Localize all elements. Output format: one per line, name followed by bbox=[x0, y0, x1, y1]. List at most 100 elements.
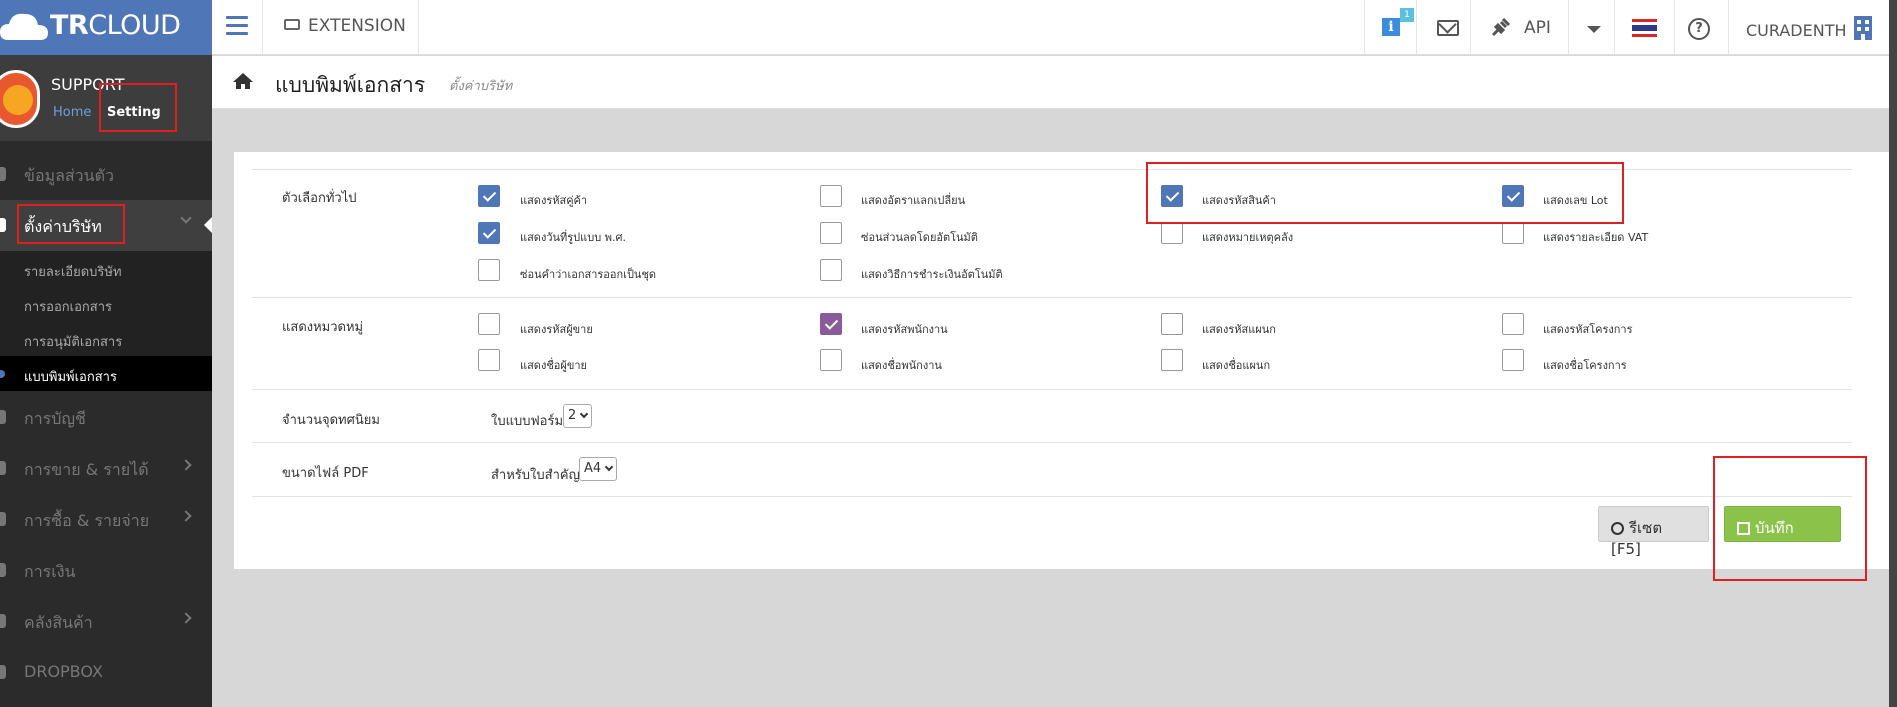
page-subtitle: ตั้งค่าบริษัท bbox=[449, 79, 513, 94]
sidebar-item-finance[interactable]: การเงิน bbox=[0, 545, 212, 596]
sidebar-item-inventory[interactable]: คลังสินค้า bbox=[0, 596, 212, 647]
label-show-partner-code: แสดงรหัสคู่ค้า bbox=[520, 194, 588, 207]
decimal-select[interactable]: 2 bbox=[563, 404, 593, 428]
general-options-label: ตัวเลือกทั่วไป bbox=[282, 191, 357, 206]
pdf-size-select[interactable]: A4 bbox=[579, 457, 618, 481]
sidebar-subitem-print-forms[interactable]: แบบพิมพ์เอกสาร bbox=[0, 356, 212, 391]
sidebar-item-accounting[interactable]: การบัญชี bbox=[0, 392, 212, 443]
sidebar-subitem-document-approval[interactable]: การอนุมัติเอกสาร bbox=[0, 321, 212, 356]
pdf-size-label: ขนาดไฟล์ PDF bbox=[282, 466, 369, 481]
checkbox-show-department-name[interactable] bbox=[1161, 349, 1183, 371]
active-pointer bbox=[204, 217, 212, 233]
brand-logo[interactable]: TRCLOUD bbox=[0, 0, 212, 55]
label-show-lot-number: แสดงเลข Lot bbox=[1543, 194, 1608, 207]
sidebar: TRCLOUD SUPPORT Home Setting ข้อมูลส่วนต… bbox=[0, 0, 212, 707]
checkbox-show-vat-details[interactable] bbox=[1502, 222, 1524, 244]
chevron-down-icon bbox=[604, 462, 614, 472]
label-show-project-name: แสดงชื่อโครงการ bbox=[1543, 359, 1627, 372]
category-label: แสดงหมวดหมู่ bbox=[282, 320, 364, 335]
dropbox-icon bbox=[0, 665, 6, 679]
truck-icon bbox=[0, 512, 6, 526]
sidebar-item-personal-info[interactable]: ข้อมูลส่วนตัว bbox=[0, 149, 212, 200]
label-show-payment-method: แสดงวิธีการชำระเงินอัตโนมัติ bbox=[861, 268, 1003, 281]
checkbox-show-exchange-rate[interactable] bbox=[820, 185, 842, 207]
label-show-exchange-rate: แสดงอัตราแลกเปลี่ยน bbox=[861, 194, 966, 207]
label-show-department-name: แสดงชื่อแผนก bbox=[1202, 359, 1271, 372]
checkbox-show-lot-number[interactable] bbox=[1502, 185, 1524, 207]
chevron-down-icon bbox=[180, 212, 192, 224]
info-icon[interactable]: i bbox=[1382, 18, 1400, 36]
chevron-right-icon bbox=[180, 612, 192, 624]
label-show-warehouse-note: แสดงหมายเหตุคลัง bbox=[1202, 231, 1294, 244]
building-icon[interactable] bbox=[1854, 16, 1872, 40]
label-show-department-code: แสดงรหัสแผนก bbox=[1202, 323, 1276, 336]
sidebar-subitem-company-details[interactable]: รายละเอียดบริษัท bbox=[0, 251, 212, 286]
user-label[interactable]: CURADENTH bbox=[1746, 21, 1847, 40]
checkbox-hide-discount[interactable] bbox=[820, 222, 842, 244]
user-icon bbox=[0, 167, 6, 181]
label-hide-discount: ซ่อนส่วนลดโดยอัตโนมัติ bbox=[861, 231, 978, 244]
profile-name: SUPPORT bbox=[51, 75, 125, 94]
chevron-right-icon bbox=[180, 459, 192, 471]
profile-panel: SUPPORT Home Setting bbox=[0, 55, 212, 141]
checkbox-show-payment-method[interactable] bbox=[820, 259, 842, 281]
label-hide-document-set: ซ่อนคำว่าเอกสารออกเป็นชุด bbox=[520, 268, 657, 281]
sidebar-item-sales[interactable]: การขาย & รายได้ bbox=[0, 443, 212, 494]
menu-toggle-icon[interactable] bbox=[226, 16, 248, 36]
label-show-product-code: แสดงรหัสสินค้า bbox=[1202, 194, 1276, 207]
avatar[interactable] bbox=[0, 70, 40, 128]
checkbox-show-employee-name[interactable] bbox=[820, 349, 842, 371]
label-show-employee-name: แสดงชื่อพนักงาน bbox=[861, 359, 942, 372]
home-icon[interactable] bbox=[232, 72, 254, 90]
checkbox-show-product-code[interactable] bbox=[1161, 185, 1183, 207]
mail-icon[interactable] bbox=[1437, 15, 1459, 36]
checkbox-hide-document-set[interactable] bbox=[478, 259, 500, 281]
checkbox-show-warehouse-note[interactable] bbox=[1161, 222, 1183, 244]
gear-icon bbox=[0, 218, 6, 232]
label-show-vat-details: แสดงรายละเอียด VAT bbox=[1543, 231, 1649, 244]
checkbox-show-partner-code[interactable] bbox=[478, 185, 500, 207]
api-label[interactable]: API bbox=[1524, 18, 1551, 38]
chevron-down-icon bbox=[580, 409, 589, 419]
refresh-icon bbox=[1611, 522, 1624, 535]
cart-icon bbox=[0, 461, 6, 475]
checkbox-show-vendor-code[interactable] bbox=[478, 313, 500, 335]
thai-flag-icon[interactable] bbox=[1632, 19, 1657, 37]
save-button[interactable]: บันทึก [F2] bbox=[1724, 506, 1841, 558]
checkbox-show-vendor-name[interactable] bbox=[478, 349, 500, 371]
checkbox-show-department-code[interactable] bbox=[1161, 313, 1183, 335]
plug-icon[interactable] bbox=[1490, 16, 1512, 38]
form-decimal-label: ใบแบบฟอร์ม bbox=[491, 414, 564, 429]
sidebar-item-company-settings[interactable]: ตั้งค่าบริษัท bbox=[0, 200, 212, 251]
label-show-project-code: แสดงรหัสโครงการ bbox=[1543, 323, 1633, 336]
label-show-buddhist-date: แสดงวันที่รูปแบบ พ.ศ. bbox=[520, 231, 626, 244]
label-show-vendor-code: แสดงรหัสผู้ขาย bbox=[520, 323, 593, 336]
monitor-icon bbox=[284, 19, 300, 30]
sidebar-subitem-document-issue[interactable]: การออกเอกสาร bbox=[0, 286, 212, 321]
dollar-icon bbox=[0, 614, 6, 628]
sidebar-item-purchases[interactable]: การซื้อ & รายจ่าย bbox=[0, 494, 212, 545]
label-show-vendor-name: แสดงชื่อผู้ขาย bbox=[520, 359, 587, 372]
voucher-label: สำหรับใบสำคัญ bbox=[491, 468, 580, 483]
reset-button[interactable]: รีเซต [F5] bbox=[1598, 506, 1709, 558]
brand-prefix: TR bbox=[50, 10, 89, 41]
checkbox-show-employee-code[interactable] bbox=[820, 313, 842, 335]
sidebar-item-dropbox[interactable]: DROPBOX bbox=[0, 647, 212, 698]
help-icon[interactable]: ? bbox=[1688, 18, 1710, 40]
home-link[interactable]: Home bbox=[53, 105, 91, 120]
window-edge bbox=[1889, 0, 1897, 707]
caret-down-icon[interactable] bbox=[1587, 26, 1601, 33]
floppy-icon bbox=[1737, 522, 1750, 535]
label-show-employee-code: แสดงรหัสพนักงาน bbox=[861, 323, 948, 336]
checkbox-show-project-name[interactable] bbox=[1502, 349, 1524, 371]
topbar: EXTENSION i 1 API ? CURADENTH bbox=[212, 0, 1897, 55]
checkbox-show-project-code[interactable] bbox=[1502, 313, 1524, 335]
settings-panel: ตัวเลือกทั่วไป แสดงรหัสคู่ค้า แสดงอัตราแ… bbox=[234, 152, 1897, 569]
page-title: แบบพิมพ์เอกสาร bbox=[275, 73, 426, 97]
brand-suffix: CLOUD bbox=[88, 10, 181, 41]
checkbox-show-buddhist-date[interactable] bbox=[478, 222, 500, 244]
notification-badge: 1 bbox=[1400, 8, 1414, 22]
extension-button[interactable]: EXTENSION bbox=[284, 16, 406, 36]
chevron-right-icon bbox=[180, 510, 192, 522]
setting-link[interactable]: Setting bbox=[107, 105, 161, 120]
